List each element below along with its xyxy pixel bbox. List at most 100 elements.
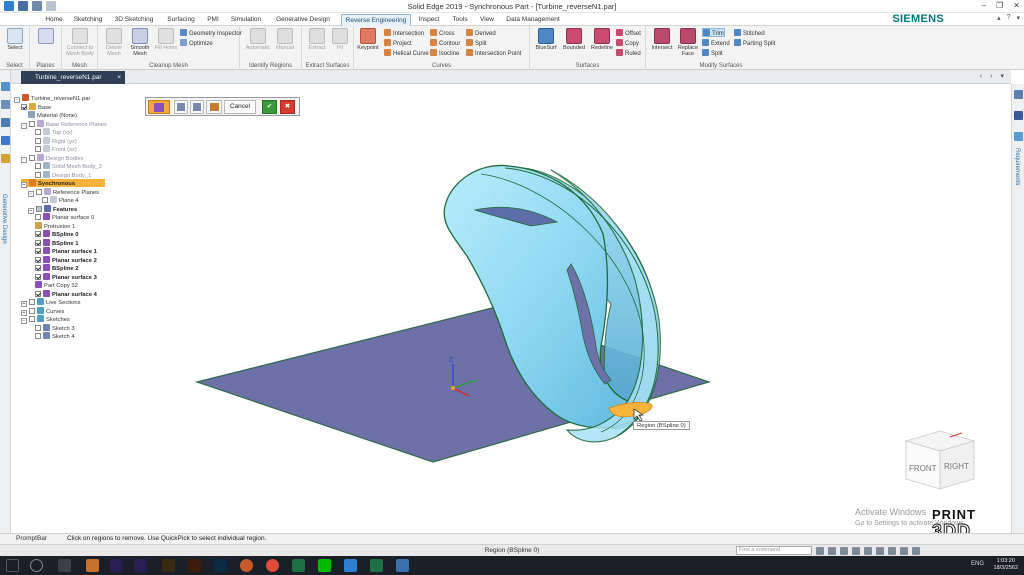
smooth-mesh-button[interactable]: Smooth Mesh bbox=[126, 28, 154, 57]
ruled-button[interactable]: Ruled bbox=[616, 49, 641, 58]
pan-icon[interactable] bbox=[840, 547, 848, 555]
visibility-checkbox[interactable] bbox=[35, 231, 41, 237]
split-surface-button[interactable]: Split bbox=[702, 49, 723, 58]
visibility-checkbox[interactable] bbox=[35, 171, 41, 178]
tree-node[interactable]: − Synchronous bbox=[21, 179, 106, 188]
tab-inspect[interactable]: Inspect bbox=[415, 14, 443, 26]
intersection-button[interactable]: Intersection bbox=[384, 29, 424, 38]
tree-node[interactable]: Sketch 3 bbox=[35, 323, 75, 332]
visibility-checkbox[interactable] bbox=[36, 205, 42, 212]
view-orientation-icon[interactable] bbox=[864, 547, 872, 555]
tree-node[interactable]: − Reference Planes bbox=[28, 187, 99, 197]
model-viewport[interactable]: Z bbox=[11, 84, 1011, 533]
trim-button[interactable]: Trim bbox=[702, 28, 725, 37]
connect-to-mesh-body-button[interactable]: Connect to Mesh Body bbox=[66, 28, 94, 57]
tree-node[interactable]: BSpline 0 bbox=[35, 230, 78, 238]
search-icon[interactable] bbox=[30, 559, 43, 572]
illustrator-app-icon[interactable] bbox=[188, 559, 201, 572]
visibility-checkbox[interactable] bbox=[29, 316, 35, 322]
cross-button[interactable]: Cross bbox=[430, 29, 455, 38]
visibility-checkbox[interactable] bbox=[35, 129, 41, 135]
excel-second-app-icon[interactable] bbox=[370, 559, 383, 572]
select-option-button[interactable] bbox=[206, 100, 222, 114]
tree-node[interactable]: − Design Bodies bbox=[21, 153, 83, 163]
display-style-icon[interactable] bbox=[888, 547, 896, 555]
visibility-checkbox[interactable] bbox=[29, 299, 35, 305]
shading-icon[interactable] bbox=[876, 547, 884, 555]
section-view-icon[interactable] bbox=[900, 547, 908, 555]
collapse-icon[interactable]: − bbox=[21, 318, 27, 324]
tree-node[interactable]: Planar surface 0 bbox=[35, 213, 94, 221]
minimize-ribbon-icon[interactable]: ▴ bbox=[997, 14, 1001, 22]
close-button[interactable]: ✕ bbox=[1013, 1, 1020, 10]
geometry-inspector-button[interactable]: Geometry Inspector bbox=[180, 29, 242, 38]
tree-node[interactable]: Right (yz) bbox=[35, 136, 77, 145]
tree-node[interactable]: + Curves bbox=[21, 306, 64, 316]
document-tab[interactable]: Turbine_reverseN1.par × bbox=[21, 71, 125, 84]
visibility-checkbox[interactable] bbox=[29, 120, 35, 127]
tab-surfacing[interactable]: Surfacing bbox=[162, 14, 200, 26]
tab-reverse-engineering[interactable]: Reverse Engineering bbox=[341, 14, 411, 26]
tree-node[interactable]: Sketch 4 bbox=[35, 332, 75, 340]
prompt-bar-label[interactable]: PromptBar bbox=[4, 535, 47, 542]
manual-button[interactable]: Manual bbox=[271, 28, 299, 51]
tab-sketching[interactable]: Sketching bbox=[70, 14, 106, 26]
optimize-button[interactable]: Optimize bbox=[180, 39, 213, 48]
tree-node[interactable]: + Live Sections bbox=[21, 298, 80, 307]
tab-generative-design[interactable]: Generative Design bbox=[270, 14, 336, 26]
docked-panel-icon[interactable] bbox=[1014, 90, 1023, 99]
visibility-checkbox[interactable] bbox=[35, 333, 41, 339]
cancel-button[interactable]: Cancel bbox=[224, 100, 256, 114]
visibility-checkbox[interactable] bbox=[35, 256, 41, 263]
view-cube[interactable]: FRONT RIGHT bbox=[900, 427, 980, 495]
tab-view[interactable]: View bbox=[476, 14, 498, 26]
offset-button[interactable]: Offset bbox=[616, 29, 641, 38]
isocline-button[interactable]: Isocline bbox=[430, 49, 459, 58]
rotate-icon[interactable] bbox=[852, 547, 860, 555]
tab-home[interactable]: Home bbox=[42, 14, 66, 26]
visibility-checkbox[interactable] bbox=[42, 197, 48, 203]
requirements-panel-tab[interactable]: Requirements bbox=[1014, 148, 1020, 185]
tree-node[interactable]: Base bbox=[21, 102, 51, 111]
minimize-button[interactable]: – bbox=[982, 1, 986, 10]
task-view-icon[interactable] bbox=[58, 559, 71, 572]
collapse-icon[interactable]: − bbox=[28, 207, 34, 214]
collapse-icon[interactable]: − bbox=[14, 97, 20, 103]
visibility-checkbox[interactable] bbox=[21, 103, 27, 110]
tree-node[interactable]: − Features bbox=[28, 204, 77, 214]
intersection-point-button[interactable]: Intersection Point bbox=[466, 49, 521, 58]
tree-node[interactable]: − Turbine_reverseN1.par bbox=[14, 94, 90, 103]
view-settings-icon[interactable] bbox=[912, 547, 920, 555]
tree-node[interactable]: Planar surface 4 bbox=[35, 289, 97, 298]
options-icon[interactable]: ▾ bbox=[1016, 14, 1020, 22]
premiere-app-icon[interactable] bbox=[110, 559, 123, 572]
tab-tools[interactable]: Tools bbox=[448, 14, 472, 26]
visibility-checkbox[interactable] bbox=[29, 154, 35, 161]
close-document-icon[interactable]: × bbox=[117, 71, 121, 84]
photoshop-app-icon[interactable] bbox=[214, 559, 227, 572]
sensors-icon[interactable] bbox=[1, 154, 10, 163]
reject-button[interactable]: ✖ bbox=[280, 100, 295, 114]
zoom-icon[interactable] bbox=[828, 547, 836, 555]
collapse-icon[interactable]: − bbox=[21, 122, 27, 129]
helical-curve-button[interactable]: Helical Curve bbox=[384, 49, 429, 58]
tree-node[interactable]: − Sketches bbox=[21, 315, 70, 324]
tree-node[interactable]: Plane 4 bbox=[42, 196, 79, 204]
redefine-button[interactable]: Redefine bbox=[588, 28, 616, 51]
select-step-button[interactable] bbox=[174, 100, 188, 114]
collapse-icon[interactable]: − bbox=[21, 182, 27, 188]
excel-app-icon[interactable] bbox=[292, 559, 305, 572]
visibility-checkbox[interactable] bbox=[35, 265, 41, 271]
parting-split-button[interactable]: Parting Split bbox=[734, 39, 775, 48]
tab-pmi[interactable]: PMI bbox=[204, 14, 222, 26]
solid-edge-app-icon[interactable] bbox=[344, 559, 357, 572]
visibility-checkbox[interactable] bbox=[35, 163, 41, 169]
after-effects-app-icon[interactable] bbox=[134, 559, 147, 572]
region-select-button[interactable] bbox=[148, 100, 170, 114]
collapse-icon[interactable]: − bbox=[21, 156, 27, 163]
visibility-checkbox[interactable] bbox=[35, 214, 41, 220]
tab-3d-sketching[interactable]: 3D Sketching bbox=[110, 14, 158, 26]
tree-node[interactable]: Solid Mesh Body_2 bbox=[35, 162, 102, 170]
tree-node[interactable]: Planar surface 2 bbox=[35, 255, 97, 264]
visibility-checkbox[interactable] bbox=[29, 307, 35, 314]
